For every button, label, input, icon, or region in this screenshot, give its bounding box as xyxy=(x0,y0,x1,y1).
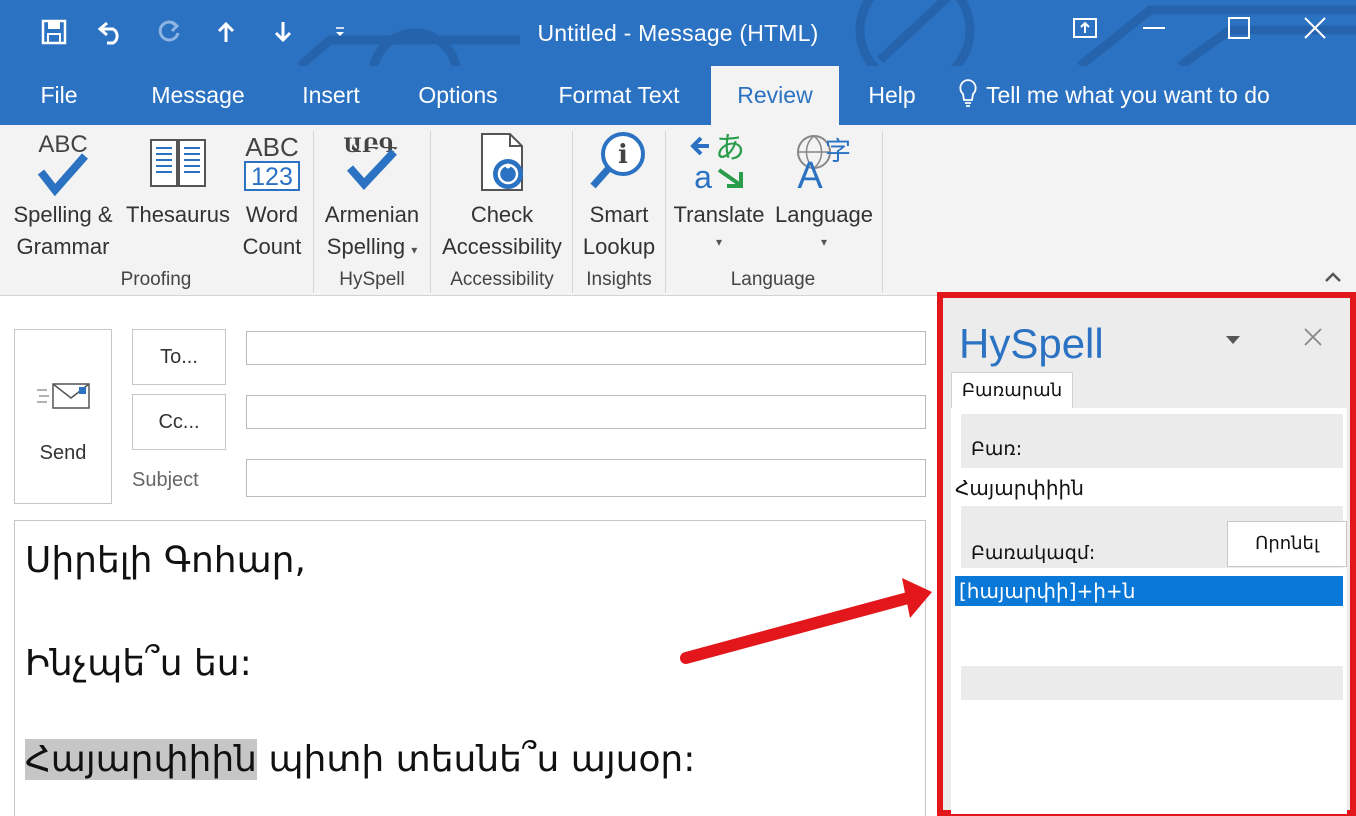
ribbon-review: ABC Spelling & Grammar Thesaurus ABC 123 … xyxy=(0,125,1356,296)
tab-format-text[interactable]: Format Text xyxy=(540,66,698,125)
group-proofing-label: Proofing xyxy=(120,269,192,290)
body-line-sentence: Հայարփիին պիտի տեսնե՞ս այսօր: xyxy=(25,739,695,780)
word-value: Հայարփիին xyxy=(955,476,1084,500)
maximize-icon[interactable] xyxy=(1211,8,1267,48)
language-label: Language xyxy=(775,202,873,227)
spelling-grammar-button[interactable]: ABC Spelling & Grammar xyxy=(2,125,124,275)
word-count-icon: ABC 123 xyxy=(242,130,302,200)
ribbon-tabs: File Message Insert Options Format Text … xyxy=(0,66,1356,125)
ribbon-display-options-icon[interactable] xyxy=(1057,8,1113,48)
compose-area: Send To... Cc... Subject Սիրելի Գոհար, Ի… xyxy=(0,297,936,816)
lightbulb-icon xyxy=(958,78,978,114)
title-bar: Untitled - Message (HTML) xyxy=(0,0,1356,66)
body-line-rest: պիտի տեսնե՞ս այսօր: xyxy=(257,739,696,780)
collapse-ribbon-icon[interactable] xyxy=(1324,267,1342,288)
word-label: Բառ: xyxy=(971,438,1023,460)
highlighted-misspelled-word[interactable]: Հայարփիին xyxy=(25,739,257,780)
word-count-button[interactable]: ABC 123 Word Count xyxy=(236,125,308,275)
armenian-spelling-label-1: Armenian xyxy=(324,202,420,227)
svg-text:あ: あ xyxy=(715,131,745,166)
translate-icon: あ a xyxy=(689,130,749,198)
tab-options[interactable]: Options xyxy=(400,66,516,125)
check-accessibility-label-1: Check xyxy=(470,202,534,227)
body-line-greeting: Սիրելի Գոհար, xyxy=(25,540,306,581)
tell-me-label: Tell me what you want to do xyxy=(986,82,1270,108)
group-separator xyxy=(430,131,431,293)
pane-close-icon[interactable] xyxy=(1303,322,1323,354)
spelling-label-1: Spelling & xyxy=(13,202,113,227)
close-icon[interactable] xyxy=(1287,8,1343,48)
hyspell-pane: HySpell Բառարան Բառ: Հայարփիին Բառակազմ:… xyxy=(937,292,1356,816)
morph-label: Բառակազմ: xyxy=(971,542,1096,564)
send-icon xyxy=(37,382,91,417)
armenian-spelling-icon: ԱԲԳ xyxy=(340,130,404,198)
book-icon xyxy=(147,130,209,196)
thesaurus-button[interactable]: Thesaurus xyxy=(122,125,234,275)
spelling-check-icon: ABC xyxy=(33,130,93,202)
group-language-label: Language xyxy=(730,269,816,290)
chevron-down-icon: ▾ xyxy=(411,243,418,257)
body-line-question: Ինչպե՞ս ես: xyxy=(25,643,252,684)
icon-abc-text: ABC xyxy=(38,131,87,158)
chevron-down-icon: ▾ xyxy=(820,235,828,249)
tell-me-search[interactable]: Tell me what you want to do xyxy=(958,66,1270,125)
group-accessibility-label: Accessibility xyxy=(450,269,554,290)
language-icon: 字 A xyxy=(792,130,856,198)
accessibility-icon xyxy=(474,130,530,200)
subject-field[interactable] xyxy=(246,459,926,497)
to-button[interactable]: To... xyxy=(132,329,226,385)
language-button[interactable]: 字 A Language ▾ xyxy=(770,125,878,275)
smart-lookup-label-2: Lookup xyxy=(582,234,656,259)
send-button[interactable]: Send xyxy=(14,329,112,504)
tab-insert[interactable]: Insert xyxy=(284,66,378,125)
icon-123-bottom: 123 xyxy=(251,163,293,191)
tab-review[interactable]: Review xyxy=(711,66,839,125)
cc-field[interactable] xyxy=(246,395,926,429)
pane-title: HySpell xyxy=(959,320,1104,367)
to-field[interactable] xyxy=(246,331,926,365)
pane-options-icon[interactable] xyxy=(1225,332,1241,350)
cc-button[interactable]: Cc... xyxy=(132,394,226,450)
subject-label: Subject xyxy=(132,469,199,491)
tab-help[interactable]: Help xyxy=(852,66,932,125)
check-accessibility-label-2: Accessibility xyxy=(442,234,562,259)
word-count-label-2: Count xyxy=(242,234,302,259)
translate-label: Translate xyxy=(673,202,765,227)
group-separator xyxy=(313,131,314,293)
svg-text:字: 字 xyxy=(825,137,851,167)
results-footer-band xyxy=(961,666,1343,700)
spelling-label-2: Grammar xyxy=(16,234,110,259)
word-count-label-1: Word xyxy=(245,202,299,227)
tab-dictionary[interactable]: Բառարան xyxy=(951,372,1073,410)
tab-file[interactable]: File xyxy=(22,66,96,125)
svg-text:i: i xyxy=(618,140,628,170)
armenian-spelling-label-2: Spelling xyxy=(326,234,406,259)
check-accessibility-button[interactable]: Check Accessibility xyxy=(434,125,570,275)
icon-abc-top: ABC xyxy=(245,132,298,162)
svg-text:a: a xyxy=(694,159,712,192)
smart-lookup-button[interactable]: i Smart Lookup xyxy=(576,125,662,275)
armenian-spelling-button[interactable]: ԱԲԳ Armenian Spelling ▾ xyxy=(316,125,428,275)
translate-button[interactable]: あ a Translate ▾ xyxy=(668,125,770,275)
thesaurus-label: Thesaurus xyxy=(126,202,230,227)
group-separator xyxy=(572,131,573,293)
minimize-icon[interactable] xyxy=(1126,8,1182,48)
tab-message[interactable]: Message xyxy=(134,66,262,125)
pane-content: Բառ: Հայարփիին Բառակազմ: Որոնել [հայարփի… xyxy=(951,408,1347,814)
smart-lookup-label-1: Smart xyxy=(589,202,649,227)
message-body[interactable]: Սիրելի Գոհար, Ինչպե՞ս ես: Հայարփիին պիտի… xyxy=(14,520,926,816)
group-separator xyxy=(665,131,666,293)
group-separator xyxy=(882,131,883,293)
svg-text:A: A xyxy=(797,155,823,192)
send-label: Send xyxy=(39,442,87,464)
chevron-down-icon: ▾ xyxy=(715,235,723,249)
group-hyspell-label: HySpell xyxy=(339,269,405,290)
group-insights-label: Insights xyxy=(586,269,652,290)
find-button[interactable]: Որոնել xyxy=(1227,521,1347,567)
smart-lookup-icon: i xyxy=(589,130,649,198)
morph-result-selected[interactable]: [հայարփի]+ի+ն xyxy=(955,576,1343,606)
